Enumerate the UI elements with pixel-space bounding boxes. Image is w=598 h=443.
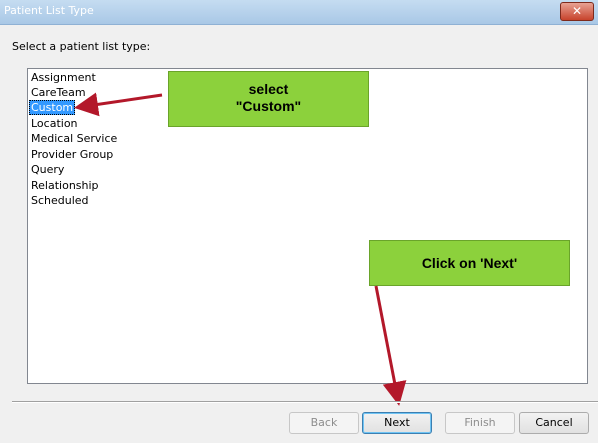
list-item-relationship[interactable]: Relationship bbox=[29, 178, 101, 193]
separator bbox=[12, 401, 598, 403]
list-item-provider-group[interactable]: Provider Group bbox=[29, 147, 115, 162]
list-item-custom[interactable]: Custom bbox=[29, 100, 76, 115]
window-title: Patient List Type bbox=[4, 4, 94, 17]
list-item-assignment[interactable]: Assignment bbox=[29, 70, 98, 85]
close-icon: ✕ bbox=[571, 4, 583, 18]
finish-button[interactable]: Finish bbox=[445, 412, 515, 434]
callout-click-next: Click on 'Next' bbox=[369, 240, 570, 286]
list-item-query[interactable]: Query bbox=[29, 162, 66, 177]
prompt-label: Select a patient list type: bbox=[12, 40, 151, 53]
callout-custom-line1: select bbox=[248, 81, 289, 97]
list-item-careteam[interactable]: CareTeam bbox=[29, 85, 88, 100]
list-item-scheduled[interactable]: Scheduled bbox=[29, 193, 91, 208]
title-bar: Patient List Type ✕ bbox=[0, 0, 598, 25]
next-button[interactable]: Next bbox=[362, 412, 432, 434]
cancel-button[interactable]: Cancel bbox=[519, 412, 589, 434]
callout-custom-line2: "Custom" bbox=[235, 98, 302, 114]
callout-select-custom: select "Custom" bbox=[168, 71, 369, 127]
close-button[interactable]: ✕ bbox=[560, 2, 594, 21]
list-item-location[interactable]: Location bbox=[29, 116, 80, 131]
back-button[interactable]: Back bbox=[289, 412, 359, 434]
list-item-medical-service[interactable]: Medical Service bbox=[29, 131, 119, 146]
